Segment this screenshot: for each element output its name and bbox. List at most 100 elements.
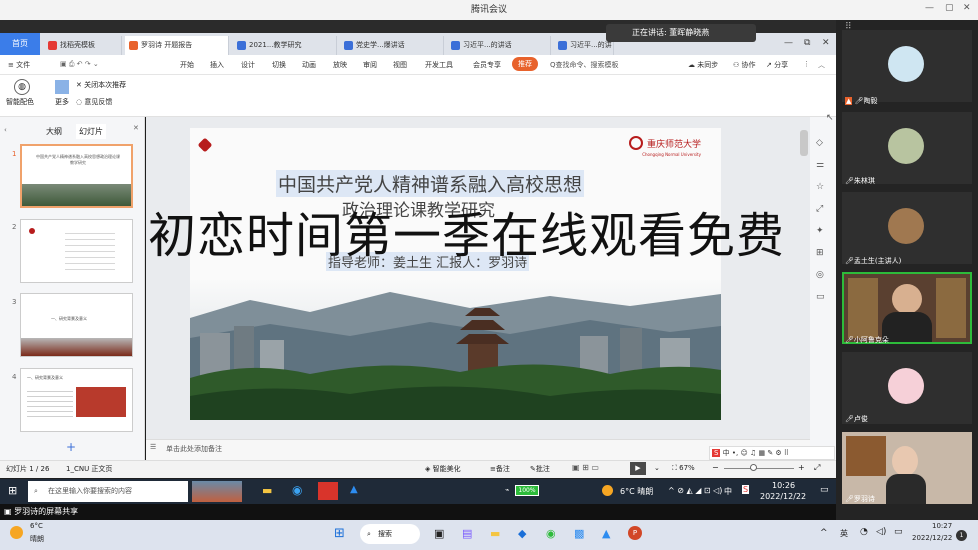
theme-name[interactable]: 1_CNU 正文页 (66, 464, 112, 474)
tab-outline[interactable]: 大纲 (46, 126, 62, 137)
store-icon[interactable]: ◆ (518, 527, 526, 540)
shape-tool-icon[interactable]: ◇ (816, 138, 823, 148)
menu-view[interactable]: 视图 (393, 60, 407, 70)
edge-taskbar-icon[interactable]: ◉ (546, 527, 556, 540)
more-button[interactable]: 更多 (55, 97, 69, 107)
transform-icon[interactable]: ⤢ (816, 204, 823, 214)
palette-icon[interactable]: ◍ (14, 79, 30, 95)
beautify-button[interactable]: ◈ 智能美化 (425, 464, 461, 474)
slide-thumb-3[interactable]: 一、研究背景及意义 (20, 293, 133, 357)
powerpoint-taskbar-icon[interactable]: P (628, 526, 642, 540)
clock-time[interactable]: 10:27 (932, 522, 952, 530)
book-icon[interactable]: ▭ (816, 292, 825, 302)
share-button[interactable]: ↗ 分享 (766, 60, 788, 70)
slide-thumb-4[interactable]: 一、研究背景及意义 (20, 368, 133, 432)
more-grid-icon[interactable] (55, 80, 69, 94)
tencent-meeting-taskbar-icon[interactable]: ▲ (602, 527, 610, 540)
menu-animation[interactable]: 动画 (302, 60, 316, 70)
minimize-icon[interactable]: — (925, 3, 934, 13)
restore-doc-icon[interactable]: ⧉ (804, 38, 810, 48)
zoom-slider-thumb[interactable] (750, 464, 757, 471)
video-tile[interactable] (842, 30, 972, 102)
menu-slideshow[interactable]: 放映 (333, 60, 347, 70)
collapse-ribbon-icon[interactable]: ︿ (818, 60, 825, 70)
animate-icon[interactable]: ✦ (816, 226, 824, 236)
slide-scrollbar[interactable] (800, 130, 808, 156)
weather-temp[interactable]: 6°C (30, 522, 43, 530)
adjust-icon[interactable]: ⚌ (816, 160, 824, 170)
chat-icon[interactable]: ▤ (462, 527, 472, 540)
menu-insert[interactable]: 插入 (210, 60, 224, 70)
zoom-level[interactable]: ⛶ 67% (672, 464, 695, 473)
unsync-status[interactable]: ☁ 未同步 (688, 60, 718, 70)
close-pane-icon[interactable]: ✕ (133, 124, 139, 132)
video-tile-active[interactable] (842, 272, 972, 344)
weather-desc[interactable]: 晴朗 (30, 534, 44, 544)
quick-access-icons[interactable]: ▣ ⎙ ↶ ↷ ⌄ (60, 60, 99, 69)
tab-slides[interactable]: 幻灯片 (76, 124, 106, 139)
photos-icon[interactable]: ▩ (574, 527, 584, 540)
menu-review[interactable]: 审阅 (363, 60, 377, 70)
menu-recommend[interactable]: 推荐 (512, 57, 538, 71)
command-search[interactable]: Q查找命令、搜索模板 (550, 60, 619, 70)
menu-transition[interactable]: 切换 (272, 60, 286, 70)
smart-color-button[interactable]: 智能配色 (6, 97, 34, 107)
ime-toolbar[interactable]: S 中 •, ☺ ♫ ▦ ✎ ⚙ ⠿ (709, 446, 835, 460)
slide-thumb-1[interactable]: 中国共产党人精神谱系融入高校思想政治理论课教学研究 (20, 144, 133, 208)
collapse-pane-icon[interactable]: ‹ (4, 126, 7, 134)
notes-placeholder[interactable]: 单击此处添加备注 (166, 444, 222, 454)
menu-start[interactable]: 开始 (180, 60, 194, 70)
maximize-icon[interactable]: ▢ (945, 3, 954, 13)
view-mode-icons[interactable]: ▣ ⊞ ▭ (572, 463, 599, 472)
location-icon[interactable]: ◎ (816, 270, 824, 280)
shared-search-box[interactable]: ⌕ 在这里输入你要搜索的内容 (28, 481, 188, 502)
minimize-doc-icon[interactable]: — (784, 38, 793, 48)
volume-icon[interactable]: ◁) (876, 527, 886, 537)
close-icon[interactable]: ✕ (963, 3, 971, 13)
menu-design[interactable]: 设计 (241, 60, 255, 70)
notification-icon[interactable]: ▭ (820, 485, 829, 495)
tab-home[interactable]: 首页 (0, 33, 40, 55)
windows-start-icon[interactable]: ⊞ (334, 526, 345, 541)
slide-thumb-2[interactable] (20, 219, 133, 283)
zoom-slider[interactable] (724, 468, 794, 469)
tray-chevron-icon[interactable]: ^ (820, 528, 828, 538)
taskview-icon[interactable]: ▣ (434, 527, 444, 540)
tab-active-presentation[interactable]: 罗羽诗 开题报告 (125, 36, 229, 55)
fit-window-icon[interactable]: ⤢ (814, 463, 820, 473)
wps-icon[interactable] (318, 482, 338, 500)
tray-icons[interactable]: ^ ⊘ ◭ ◢ ⊡ ◁) (668, 486, 722, 495)
video-tile[interactable] (842, 112, 972, 184)
add-slide-button[interactable]: + (66, 440, 76, 454)
tab-doc[interactable]: 2021...教学研究 (233, 36, 337, 55)
shared-weather[interactable]: 6°C 晴朗 (620, 486, 653, 497)
menu-file[interactable]: ≡ 文件 (8, 60, 30, 70)
clock-date[interactable]: 2022/12/22 (912, 534, 952, 542)
tab-template[interactable]: 找稻壳模板 (44, 36, 122, 55)
more-icon[interactable]: ⋮ (803, 60, 810, 68)
close-doc-icon[interactable]: ✕ (822, 38, 830, 48)
tab-doc[interactable]: 党史学...爆讲话 (340, 36, 444, 55)
close-recommend-button[interactable]: ✕ 关闭本次推荐 (76, 80, 126, 90)
shared-lang[interactable]: 中 (724, 486, 732, 497)
collab-button[interactable]: ⚇ 协作 (733, 60, 756, 70)
taskbar-search[interactable]: ⌕ 搜索 (360, 524, 420, 544)
menu-member[interactable]: 会员专享 (473, 60, 501, 70)
explorer-icon[interactable]: ▬ (490, 527, 500, 540)
zoom-in-icon[interactable]: + (798, 463, 805, 472)
menu-developer[interactable]: 开发工具 (425, 60, 453, 70)
battery-icon[interactable]: ▭ (894, 527, 903, 537)
feedback-button[interactable]: ◌ 意见反馈 (76, 97, 112, 107)
video-tile[interactable] (842, 192, 972, 264)
tab-doc[interactable]: 习近平...的讲话 (554, 36, 614, 68)
start-icon[interactable]: ⊞ (8, 484, 17, 497)
zoom-out-icon[interactable]: − (712, 463, 719, 472)
notification-badge[interactable]: 1 (956, 530, 967, 541)
play-button[interactable]: ▶ (630, 462, 646, 475)
current-slide[interactable]: 重庆师范大学 Chongqing Normal University 中国共产党… (190, 128, 721, 420)
layout-icon[interactable]: ⊞ (816, 248, 824, 258)
network-icon[interactable]: ◔ (860, 527, 868, 537)
ime-tray-icon[interactable]: S (742, 485, 750, 494)
tab-doc[interactable]: 习近平...的讲话 (447, 36, 551, 55)
edge-icon[interactable]: ◉ (292, 483, 302, 497)
